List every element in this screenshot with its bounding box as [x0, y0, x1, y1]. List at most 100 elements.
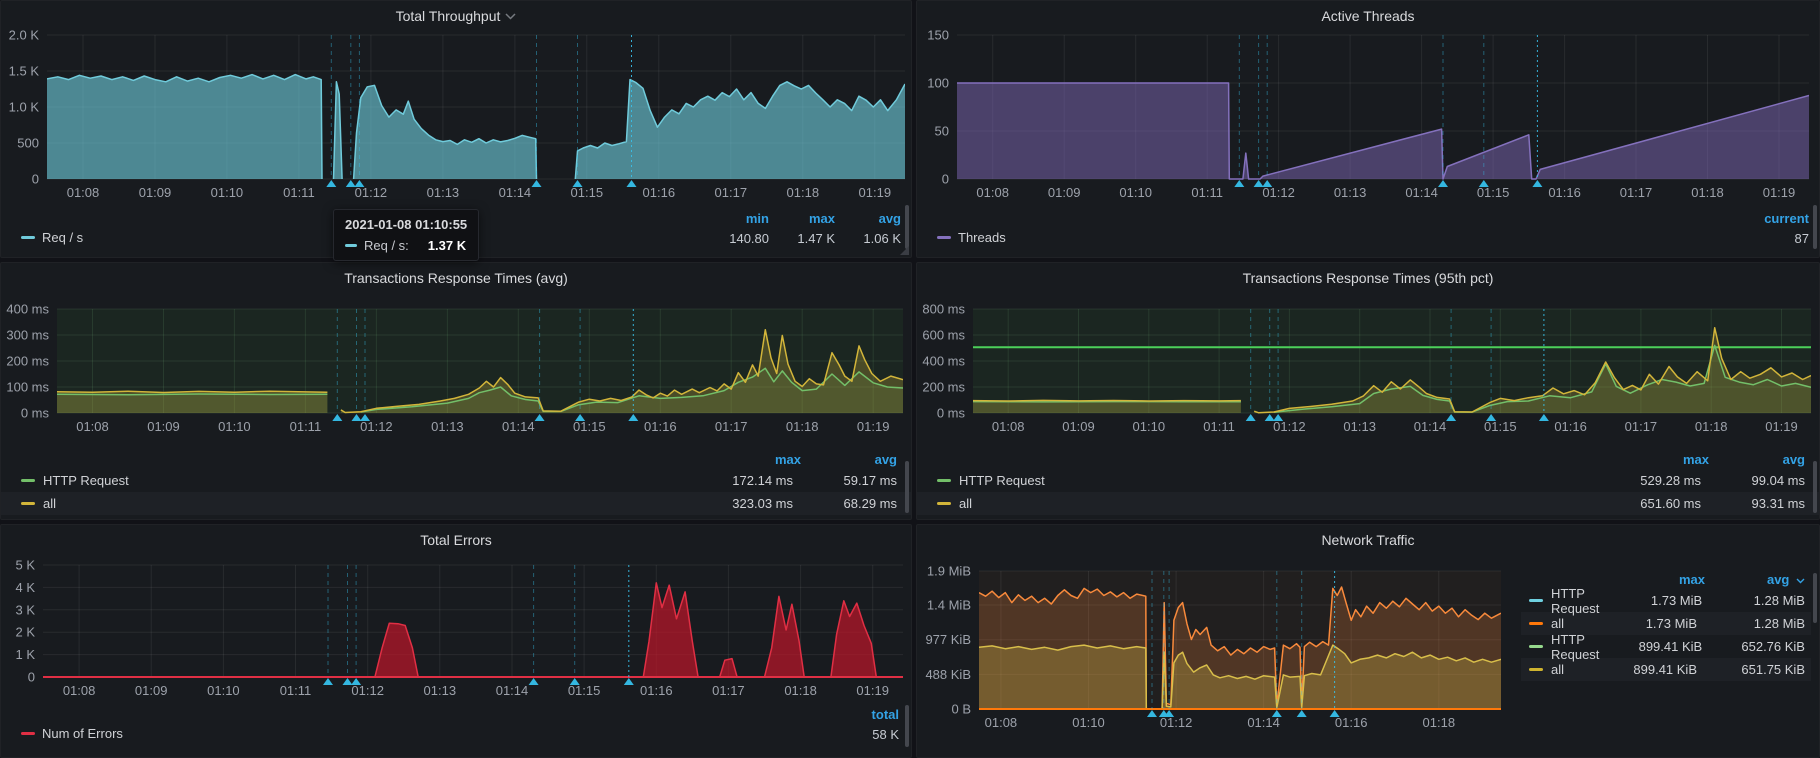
grafana-dashboard: Total Throughput 05001.0 K1.5 K2.0 K01:0…: [0, 0, 1820, 758]
x-axis-tick-label: 01:14: [496, 683, 529, 698]
legend-item-threads[interactable]: Threads: [937, 230, 1006, 245]
y-axis-tick-label: 1.9 MiB: [927, 564, 971, 579]
series-area: [354, 85, 537, 179]
stat-value-avg: 1.28 MiB: [1705, 616, 1805, 631]
y-axis-tick-label: 400 ms: [922, 354, 965, 369]
panel-total-errors: Total Errors 01 K2 K3 K4 K5 K01:0801:090…: [0, 524, 912, 758]
stat-header-max[interactable]: max: [769, 209, 835, 229]
x-axis-tick-label: 01:14: [502, 419, 535, 434]
legend-scrollbar[interactable]: [1813, 461, 1817, 513]
legend-label: Threads: [958, 230, 1006, 245]
x-axis-tick-label: 01:13: [427, 185, 460, 200]
y-axis-tick-label: 400 ms: [6, 302, 49, 317]
chevron-down-icon: [505, 13, 516, 20]
x-axis-tick-label: 01:11: [283, 185, 315, 200]
legend-item-http-request[interactable]: HTTP Request 529.28 ms 99.04 ms: [917, 469, 1819, 492]
legend-scrollbar[interactable]: [1813, 573, 1817, 623]
x-axis-tick-label: 01:10: [1119, 185, 1152, 200]
legend-item-http-request-received[interactable]: HTTP Request 899.41 KiB 652.76 KiB: [1521, 635, 1811, 658]
legend-label: all: [959, 496, 1563, 511]
annotation-marker: [1246, 414, 1256, 421]
legend-item-all[interactable]: all 323.03 ms 68.29 ms: [1, 492, 911, 515]
stat-header-max[interactable]: max: [671, 452, 801, 467]
legend-label: HTTP Request: [1551, 586, 1599, 616]
stat-header-max[interactable]: max: [1605, 572, 1705, 587]
x-axis-tick-label: 01:12: [1160, 715, 1193, 730]
legend-item-all-received[interactable]: all 899.41 KiB 651.75 KiB: [1521, 658, 1811, 681]
annotation-marker: [1330, 710, 1340, 717]
stat-header-avg[interactable]: avg: [1705, 572, 1805, 587]
annotation-marker: [343, 678, 353, 685]
threads-chart-canvas[interactable]: 05010015001:0801:0901:1001:1101:1201:130…: [917, 1, 1819, 257]
legend-item-num-of-errors[interactable]: Num of Errors: [21, 726, 123, 741]
errors-chart-canvas[interactable]: 01 K2 K3 K4 K5 K01:0801:0901:1001:1101:1…: [1, 525, 911, 757]
x-axis-tick-label: 01:08: [67, 185, 100, 200]
panel-resize-handle[interactable]: [900, 246, 909, 255]
x-axis-tick-label: 01:19: [857, 419, 890, 434]
annotation-marker: [351, 678, 361, 685]
series-swatch: [21, 732, 35, 735]
stat-header-min[interactable]: min: [703, 209, 769, 229]
stat-header-total[interactable]: total: [839, 705, 899, 725]
tooltip-timestamp: 2021-01-08 01:10:55: [345, 217, 467, 232]
annotation-marker: [573, 180, 583, 187]
legend-stats: min max avg 140.80 1.47 K 1.06 K: [703, 209, 901, 249]
legend-scrollbar[interactable]: [905, 461, 909, 513]
stat-value-avg: 68.29 ms: [801, 496, 897, 511]
panel-title-active-threads[interactable]: Active Threads: [917, 1, 1819, 31]
y-axis-tick-label: 0: [942, 172, 949, 187]
series-swatch: [21, 236, 35, 239]
x-axis-tick-label: 01:09: [135, 683, 168, 698]
legend-scrollbar[interactable]: [905, 205, 909, 249]
panel-title-total-throughput[interactable]: Total Throughput: [1, 1, 911, 31]
x-axis-tick-label: 01:10: [211, 185, 244, 200]
stat-header-avg[interactable]: avg: [801, 452, 897, 467]
legend-item-http-request[interactable]: HTTP Request 172.14 ms 59.17 ms: [1, 469, 911, 492]
annotation-marker: [1265, 414, 1275, 421]
legend-item-all[interactable]: all 651.60 ms 93.31 ms: [917, 492, 1819, 515]
legend-item-http-request-sent[interactable]: HTTP Request 1.73 MiB 1.28 MiB: [1521, 589, 1811, 612]
x-axis-tick-label: 01:09: [1062, 419, 1095, 434]
panel-title-text: Total Throughput: [396, 8, 501, 24]
y-axis-tick-label: 3 K: [15, 602, 35, 617]
annotation-marker: [1147, 710, 1157, 717]
x-axis-tick-label: 01:08: [976, 185, 1009, 200]
annotation-marker: [570, 678, 580, 685]
panel-title-network-traffic[interactable]: Network Traffic: [917, 525, 1819, 555]
x-axis-tick-label: 01:14: [1247, 715, 1280, 730]
x-axis-tick-label: 01:12: [1273, 419, 1306, 434]
x-axis-tick-label: 01:18: [1423, 715, 1456, 730]
panel-title-response-95th[interactable]: Transactions Response Times (95th pct): [917, 263, 1819, 293]
stat-header-max[interactable]: max: [1579, 452, 1709, 467]
legend-label: all: [1551, 616, 1589, 631]
y-axis-tick-label: 800 ms: [922, 302, 965, 317]
stat-header-avg[interactable]: avg: [1709, 452, 1805, 467]
legend-stats: current 87: [1737, 209, 1809, 249]
y-axis-tick-label: 500: [17, 136, 39, 151]
stat-value-avg: 652.76 KiB: [1710, 639, 1805, 654]
x-axis-tick-label: 01:17: [712, 683, 745, 698]
x-axis-tick-label: 01:10: [207, 683, 240, 698]
stat-value-min: 140.80: [703, 229, 769, 249]
tooltip-series-value: 1.37 K: [428, 238, 466, 253]
series-swatch: [1529, 599, 1543, 602]
x-axis-tick-label: 01:16: [1335, 715, 1368, 730]
y-axis-tick-label: 977 KiB: [925, 632, 971, 647]
y-axis-tick-label: 600 ms: [922, 328, 965, 343]
legend-label: Num of Errors: [42, 726, 123, 741]
stat-header-avg[interactable]: avg: [835, 209, 901, 229]
annotation-marker: [1273, 414, 1283, 421]
panel-title-response-avg[interactable]: Transactions Response Times (avg): [1, 263, 911, 293]
stat-header-current[interactable]: current: [1737, 209, 1809, 229]
legend-item-req-s[interactable]: Req / s: [21, 230, 83, 245]
panel-title-text: Total Errors: [420, 532, 492, 548]
legend-scrollbar[interactable]: [1813, 205, 1817, 249]
panel-title-total-errors[interactable]: Total Errors: [1, 525, 911, 555]
x-axis-tick-label: 01:13: [424, 683, 457, 698]
x-axis-tick-label: 01:09: [139, 185, 172, 200]
x-axis-tick-label: 01:13: [1334, 185, 1367, 200]
annotation-marker: [529, 678, 539, 685]
y-axis-tick-label: 4 K: [15, 580, 35, 595]
legend-scrollbar[interactable]: [905, 705, 909, 747]
y-axis-tick-label: 0 ms: [21, 406, 50, 421]
